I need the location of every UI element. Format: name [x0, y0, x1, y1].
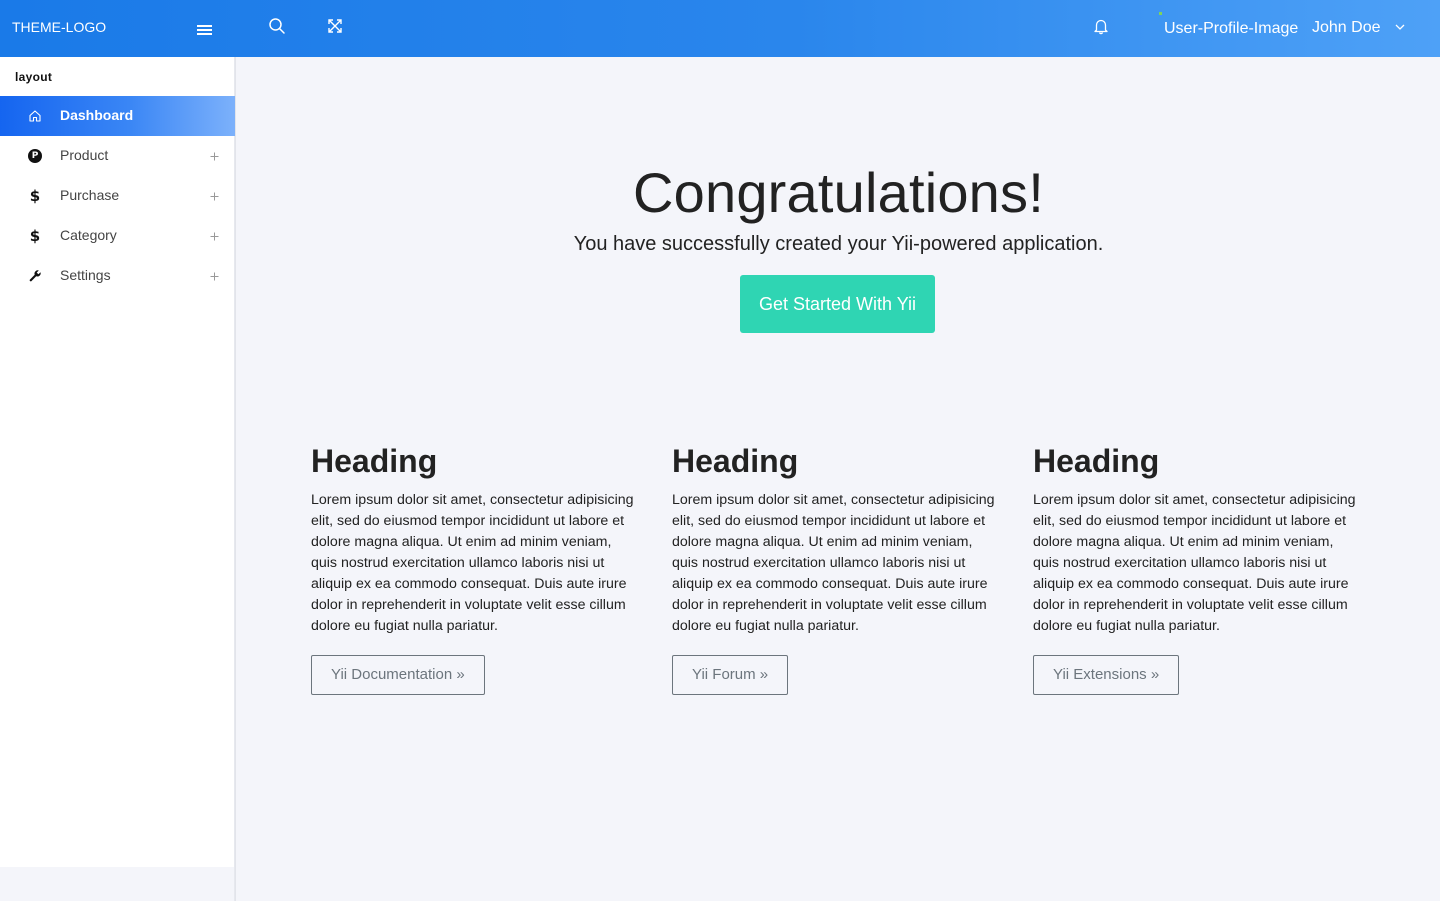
- theme-logo-alt-text: THEME-LOGO: [12, 19, 107, 35]
- plus-icon[interactable]: [208, 150, 221, 163]
- search-icon[interactable]: [268, 17, 286, 35]
- sidebar-item-label: Purchase: [60, 187, 120, 203]
- top-header: THEME-LOGO User-Profile-Image John Doe: [0, 0, 1440, 57]
- bell-icon[interactable]: [1092, 17, 1110, 35]
- plus-icon[interactable]: [208, 270, 221, 283]
- sidebar-nav: Dashboard P Product $ Purchase $ Categor…: [0, 96, 235, 296]
- sidebar-item-category[interactable]: $ Category: [0, 216, 235, 256]
- yii-forum-button[interactable]: Yii Forum »: [672, 655, 789, 695]
- sidebar-item-label: Category: [60, 227, 117, 243]
- wrench-icon: [27, 268, 43, 284]
- home-icon: [27, 108, 43, 124]
- yii-extensions-button[interactable]: Yii Extensions »: [1033, 655, 1180, 695]
- sidebar-item-product[interactable]: P Product: [0, 136, 235, 176]
- chevron-down-icon[interactable]: [1394, 22, 1406, 32]
- column-body: Lorem ipsum dolor sit amet, consectetur …: [311, 492, 634, 634]
- sidebar-item-purchase[interactable]: $ Purchase: [0, 176, 235, 216]
- sidebar-item-settings[interactable]: Settings: [0, 256, 235, 296]
- content-column: Heading Lorem ipsum dolor sit amet, cons…: [311, 443, 641, 695]
- hamburger-menu-icon[interactable]: [197, 23, 213, 37]
- sidebar-item-label: Settings: [60, 267, 111, 283]
- sidebar-item-label: Dashboard: [60, 107, 134, 123]
- plus-icon[interactable]: [208, 230, 221, 243]
- user-profile-image[interactable]: User-Profile-Image: [1159, 12, 1298, 38]
- broken-image-icon: [1159, 12, 1162, 15]
- theme-logo[interactable]: THEME-LOGO: [10, 19, 106, 35]
- profile-image-alt-text: User-Profile-Image: [1164, 20, 1299, 37]
- column-heading: Heading: [672, 443, 799, 479]
- sidebar-footer: [0, 867, 235, 901]
- sidebar-item-dashboard[interactable]: Dashboard: [0, 96, 235, 136]
- page-title: Congratulations!: [632, 161, 1044, 224]
- yii-documentation-button[interactable]: Yii Documentation »: [311, 655, 485, 695]
- username[interactable]: John Doe: [1312, 19, 1381, 37]
- product-p-icon: P: [27, 148, 43, 164]
- dollar-icon: $: [29, 227, 41, 245]
- sidebar: layout Dashboard P Product $ Purchase $ …: [0, 57, 235, 867]
- column-heading: Heading: [1033, 443, 1160, 479]
- sidebar-section-label: layout: [15, 70, 53, 84]
- content-column: Heading Lorem ipsum dolor sit amet, cons…: [672, 443, 1002, 695]
- column-body: Lorem ipsum dolor sit amet, consectetur …: [1033, 492, 1356, 634]
- column-body: Lorem ipsum dolor sit amet, consectetur …: [672, 492, 995, 634]
- sidebar-item-label: Product: [60, 147, 109, 163]
- sidebar-divider: [235, 57, 236, 901]
- content-column: Heading Lorem ipsum dolor sit amet, cons…: [1033, 443, 1363, 695]
- page-subtitle: You have successfully created your Yii-p…: [573, 233, 1104, 255]
- column-heading: Heading: [311, 443, 438, 479]
- plus-icon[interactable]: [208, 190, 221, 203]
- fullscreen-icon[interactable]: [326, 17, 344, 35]
- dollar-icon: $: [29, 187, 41, 205]
- get-started-button[interactable]: Get Started With Yii: [740, 275, 935, 333]
